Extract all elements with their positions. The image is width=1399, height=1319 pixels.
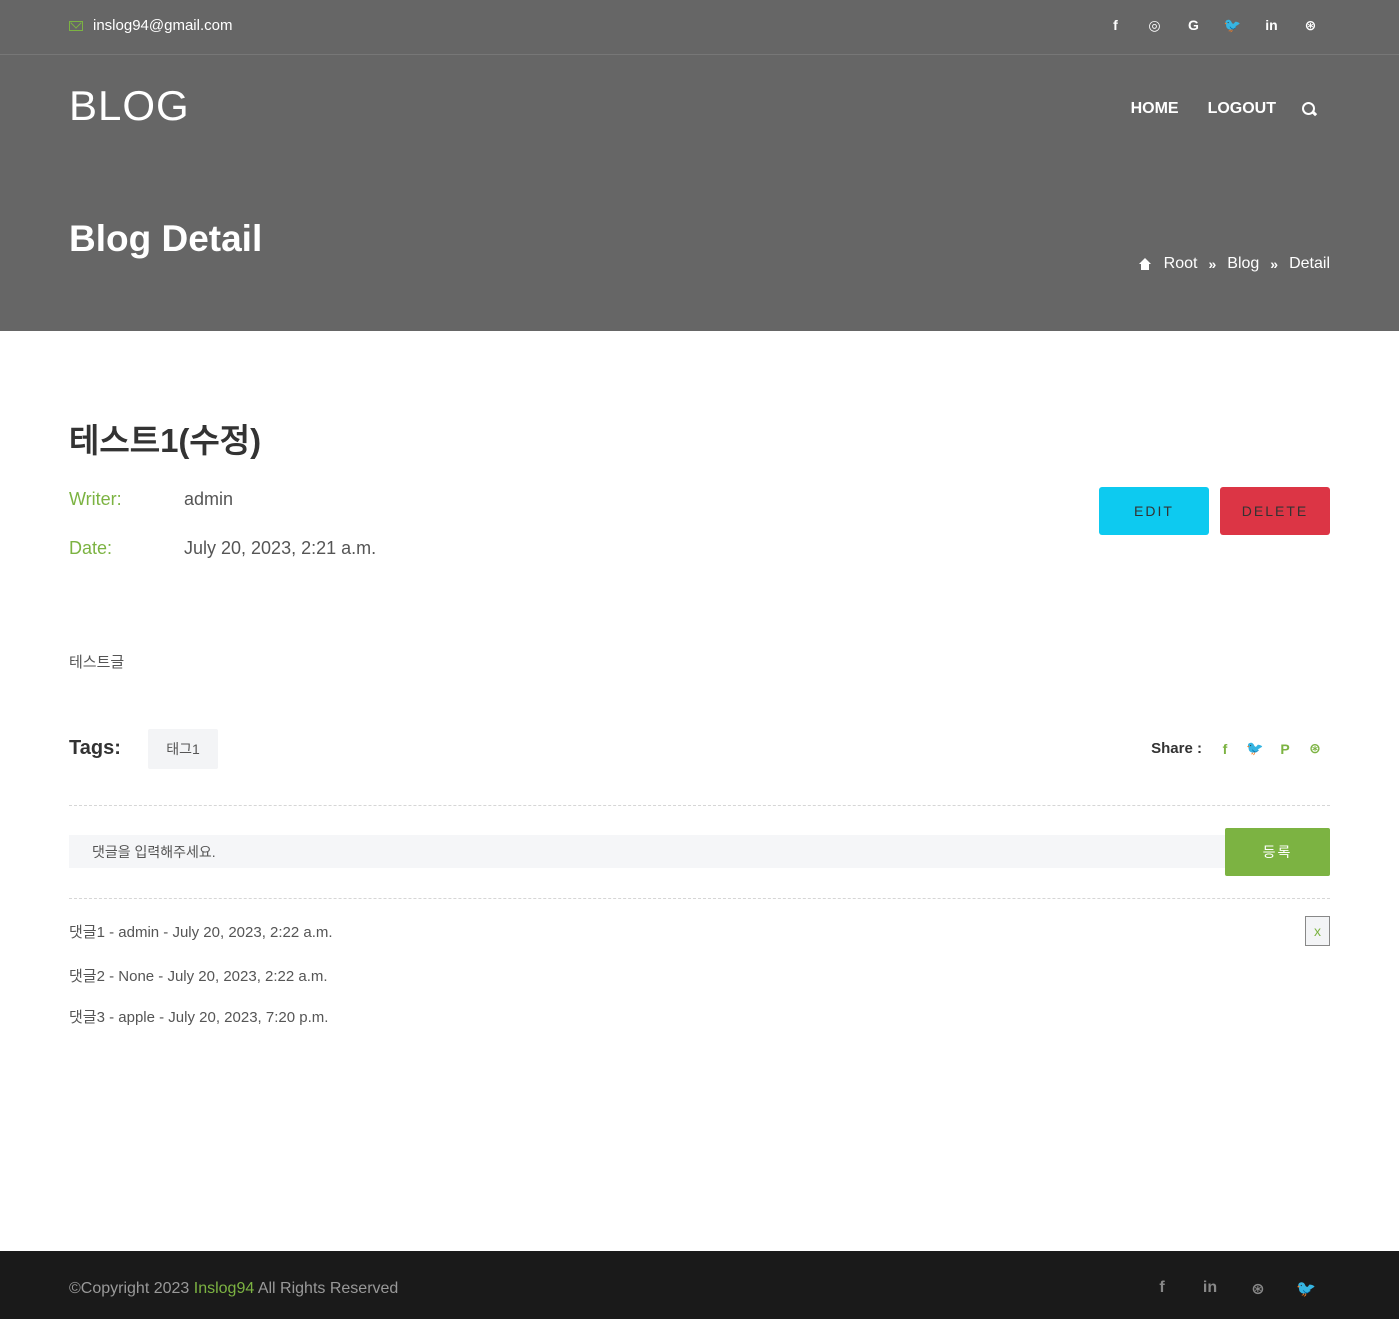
share-facebook-icon[interactable]: f — [1210, 741, 1240, 757]
twitter-icon[interactable]: 🐦 — [1213, 17, 1252, 34]
footer-linkedin-icon[interactable]: in — [1186, 1279, 1234, 1299]
comment-delete-button[interactable]: x — [1305, 916, 1330, 946]
comment-item: 댓글2 - None - July 20, 2023, 2:22 a.m. — [69, 968, 328, 985]
share-dribbble-icon[interactable]: ⊛ — [1300, 740, 1330, 757]
comment-item: 댓글1 - admin - July 20, 2023, 2:22 a.m. — [69, 924, 333, 941]
comment-submit-button[interactable]: 등록 — [1225, 828, 1330, 876]
writer-label: Writer: — [69, 489, 122, 509]
search-icon[interactable] — [1302, 101, 1317, 117]
footer-social-links: f in ⊛ 🐦 — [1138, 1279, 1330, 1299]
breadcrumb-blog[interactable]: Blog — [1227, 255, 1259, 273]
top-bar: inslog94@gmail.com f ◎ G 🐦 in ⊛ — [0, 0, 1399, 55]
breadcrumb-root[interactable]: Root — [1164, 255, 1198, 273]
tags-label: Tags: — [69, 737, 121, 759]
linkedin-icon[interactable]: in — [1252, 17, 1291, 34]
main-nav: HOME LOGOUT — [1102, 100, 1317, 118]
divider — [69, 805, 1330, 806]
google-icon[interactable]: G — [1174, 17, 1213, 34]
breadcrumb-detail: Detail — [1289, 255, 1330, 272]
email-text[interactable]: inslog94@gmail.com — [93, 17, 232, 34]
nav-logout[interactable]: LOGOUT — [1208, 100, 1276, 118]
comment-input[interactable] — [69, 835, 1229, 868]
site-logo[interactable]: BLOG — [69, 82, 190, 130]
date-value: July 20, 2023, 2:21 a.m. — [184, 538, 377, 558]
footer: ©Copyright 2023 Inslog94 All Rights Rese… — [0, 1251, 1399, 1319]
contact-email[interactable]: inslog94@gmail.com — [69, 17, 232, 34]
post-title: 테스트1(수정) — [69, 422, 262, 459]
copyright: ©Copyright 2023 Inslog94 All Rights Rese… — [69, 1280, 398, 1298]
breadcrumb-separator-icon: » — [1208, 256, 1217, 272]
dribbble-icon[interactable]: ⊛ — [1291, 17, 1330, 34]
breadcrumb-separator-icon: » — [1270, 256, 1279, 272]
share-label: Share : — [1151, 740, 1202, 757]
footer-dribbble-icon[interactable]: ⊛ — [1234, 1279, 1282, 1299]
footer-twitter-icon[interactable]: 🐦 — [1282, 1279, 1330, 1299]
footer-facebook-icon[interactable]: f — [1138, 1279, 1186, 1299]
post-content: 테스트글 — [69, 654, 125, 671]
date-label: Date: — [69, 538, 113, 558]
envelope-icon — [69, 20, 83, 31]
social-links: f ◎ G 🐦 in ⊛ — [1096, 17, 1330, 34]
share-links: Share : f 🐦 P ⊛ — [1151, 740, 1330, 757]
instagram-icon[interactable]: ◎ — [1135, 17, 1174, 34]
page-title: Blog Detail — [69, 218, 263, 259]
share-pinterest-icon[interactable]: P — [1270, 741, 1300, 757]
tag-chip[interactable]: 태그1 — [148, 729, 218, 769]
copyright-suffix: All Rights Reserved — [254, 1280, 399, 1297]
page-header: inslog94@gmail.com f ◎ G 🐦 in ⊛ BLOG HOM… — [0, 0, 1399, 331]
home-icon — [1138, 258, 1152, 270]
copyright-prefix: ©Copyright 2023 — [69, 1280, 194, 1297]
facebook-icon[interactable]: f — [1096, 17, 1135, 34]
copyright-owner-link[interactable]: Inslog94 — [194, 1280, 255, 1297]
divider — [69, 898, 1330, 899]
writer-value: admin — [184, 489, 234, 509]
breadcrumb: Root » Blog » Detail — [1138, 255, 1330, 273]
nav-home[interactable]: HOME — [1131, 100, 1179, 118]
comment-item: 댓글3 - apple - July 20, 2023, 7:20 p.m. — [69, 1009, 329, 1026]
edit-button[interactable]: EDIT — [1099, 487, 1209, 535]
share-twitter-icon[interactable]: 🐦 — [1240, 740, 1270, 757]
delete-button[interactable]: DELETE — [1220, 487, 1330, 535]
